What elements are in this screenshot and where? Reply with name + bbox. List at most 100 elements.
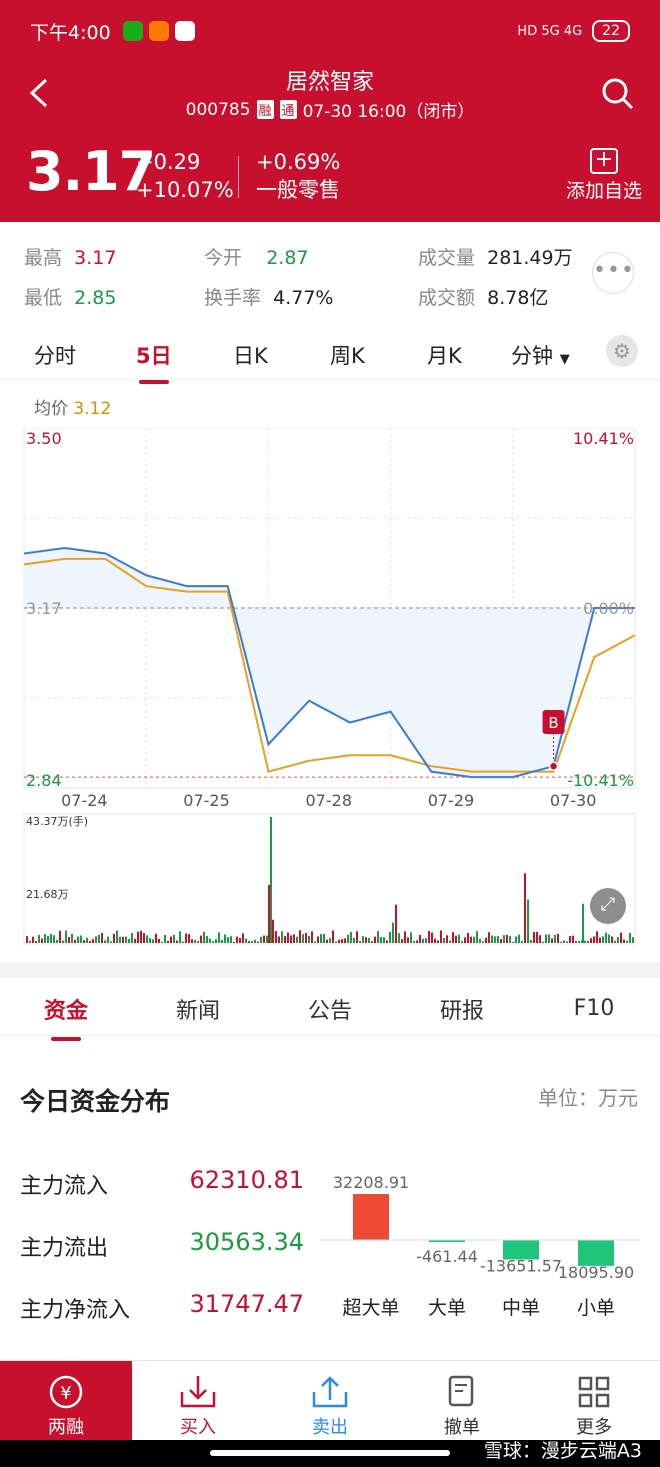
volume-bar bbox=[119, 936, 121, 943]
volume-bar bbox=[311, 931, 313, 943]
volume-bar bbox=[371, 941, 373, 943]
nav-more[interactable]: 更多 bbox=[528, 1361, 660, 1440]
tab-announcements[interactable]: 公告 bbox=[264, 993, 396, 1025]
volume-bar bbox=[122, 936, 124, 943]
volume-bar bbox=[38, 934, 40, 943]
volume-bar bbox=[374, 936, 376, 943]
right-tick: -10.41% bbox=[567, 771, 634, 790]
volume-bar bbox=[560, 941, 562, 943]
open-value: 2.87 bbox=[266, 246, 309, 269]
nav-buy[interactable]: 买入 bbox=[132, 1361, 264, 1440]
marker-dot bbox=[548, 761, 559, 771]
tab-5day[interactable]: 5日 bbox=[136, 340, 172, 370]
nav-margin[interactable]: ¥ 两融 bbox=[0, 1361, 132, 1440]
volume-bar bbox=[77, 936, 79, 943]
nav-buy-label: 买入 bbox=[180, 1417, 216, 1438]
tab-weekly-k[interactable]: 周K bbox=[330, 340, 365, 370]
volume-bar bbox=[158, 938, 160, 943]
volume-bar bbox=[353, 937, 355, 943]
volume-bar bbox=[41, 938, 43, 943]
date-tick: 07-28 bbox=[306, 791, 353, 810]
volume-bar bbox=[443, 937, 445, 943]
volume-bar bbox=[125, 936, 127, 943]
volume-bar bbox=[434, 938, 436, 943]
volume-bar bbox=[86, 937, 88, 943]
settings-gear-icon[interactable]: ⚙ bbox=[606, 335, 638, 367]
add-watchlist-button[interactable]: + 添加自选 bbox=[566, 148, 642, 203]
volume-bar bbox=[587, 940, 589, 943]
volume-bar bbox=[392, 922, 394, 943]
nav-sell[interactable]: 卖出 bbox=[264, 1361, 396, 1440]
tab-monthly-k[interactable]: 月K bbox=[427, 340, 462, 370]
volume-bar bbox=[350, 932, 352, 943]
volume-bar bbox=[431, 932, 433, 943]
divider bbox=[238, 156, 239, 198]
tab-research[interactable]: 研报 bbox=[396, 993, 528, 1025]
volume-bar bbox=[56, 939, 58, 943]
volume-bar bbox=[194, 939, 196, 943]
marker-label: B bbox=[548, 714, 558, 732]
sector-change[interactable]: +0.69% 一般零售 bbox=[256, 148, 340, 204]
tab-intraday[interactable]: 分时 bbox=[34, 340, 76, 370]
volume-bar bbox=[410, 932, 412, 943]
volume-bar bbox=[605, 932, 607, 943]
volume-bar bbox=[173, 934, 175, 943]
yen-circle-icon: ¥ bbox=[0, 1373, 132, 1411]
volume-bar bbox=[101, 932, 103, 943]
volume-bar bbox=[461, 940, 463, 943]
volume-bar bbox=[200, 935, 202, 943]
volume-bar bbox=[230, 936, 232, 943]
volume-bar bbox=[320, 934, 322, 943]
volume-bar bbox=[488, 932, 490, 943]
volume-bar bbox=[566, 941, 568, 943]
volume-bar bbox=[500, 939, 502, 943]
volume-bar bbox=[164, 934, 166, 943]
volume-bar bbox=[29, 940, 31, 943]
volume-bar bbox=[419, 934, 421, 943]
volume-bar bbox=[518, 934, 520, 943]
volume-bar bbox=[608, 934, 610, 943]
volume-bar bbox=[302, 934, 304, 943]
volume-bar bbox=[467, 932, 469, 943]
tab-minute[interactable]: 分钟 ▼ bbox=[511, 340, 570, 370]
cancel-order-icon bbox=[396, 1373, 528, 1411]
nav-margin-label: 两融 bbox=[48, 1417, 84, 1438]
volume-bar bbox=[497, 936, 499, 943]
volume-bar bbox=[116, 930, 118, 943]
buy-icon bbox=[132, 1373, 264, 1411]
sector-pct: +0.69% bbox=[256, 150, 341, 174]
more-stats-button[interactable]: ••• bbox=[592, 252, 634, 294]
tab-funds[interactable]: 资金 bbox=[0, 993, 132, 1025]
sector-name: 一般零售 bbox=[256, 178, 340, 202]
volume-bar bbox=[176, 940, 178, 943]
tab-news[interactable]: 新闻 bbox=[132, 993, 264, 1025]
volume-bar bbox=[134, 938, 136, 943]
volume-bar bbox=[179, 931, 181, 943]
nav-cancel[interactable]: 撤单 bbox=[396, 1361, 528, 1440]
volume-bar bbox=[224, 934, 226, 943]
date-tick: 07-30 bbox=[550, 791, 597, 810]
amount-label: 成交额 bbox=[418, 286, 476, 309]
search-icon[interactable] bbox=[600, 76, 636, 112]
volume-value: 281.49万 bbox=[487, 246, 573, 269]
open-label: 今开 bbox=[204, 246, 243, 269]
volume-bar bbox=[203, 931, 205, 943]
tab-daily-k[interactable]: 日K bbox=[233, 340, 268, 370]
volume-bar bbox=[521, 940, 523, 943]
low-label: 最低 bbox=[24, 286, 63, 309]
tab-f10[interactable]: F10 bbox=[528, 996, 660, 1021]
volume-bar bbox=[593, 936, 595, 943]
status-time: 下午4:00 bbox=[30, 21, 111, 44]
volume-bar bbox=[329, 938, 331, 943]
volume-bar bbox=[533, 931, 535, 943]
volume-bar bbox=[494, 936, 496, 943]
volume-bar bbox=[215, 939, 217, 943]
date-tick: 07-25 bbox=[183, 791, 230, 810]
expand-icon[interactable]: ⤢ bbox=[590, 888, 626, 924]
volume-bar bbox=[287, 932, 289, 943]
price-chart[interactable]: B 3.50 3.17 2.84 10.41% 0.00% -10.41% 07-24 07-… bbox=[0, 428, 660, 810]
volume-bar bbox=[377, 931, 379, 943]
volume-bar bbox=[632, 937, 634, 943]
volume-bar bbox=[368, 938, 370, 943]
home-indicator[interactable] bbox=[210, 1450, 450, 1456]
